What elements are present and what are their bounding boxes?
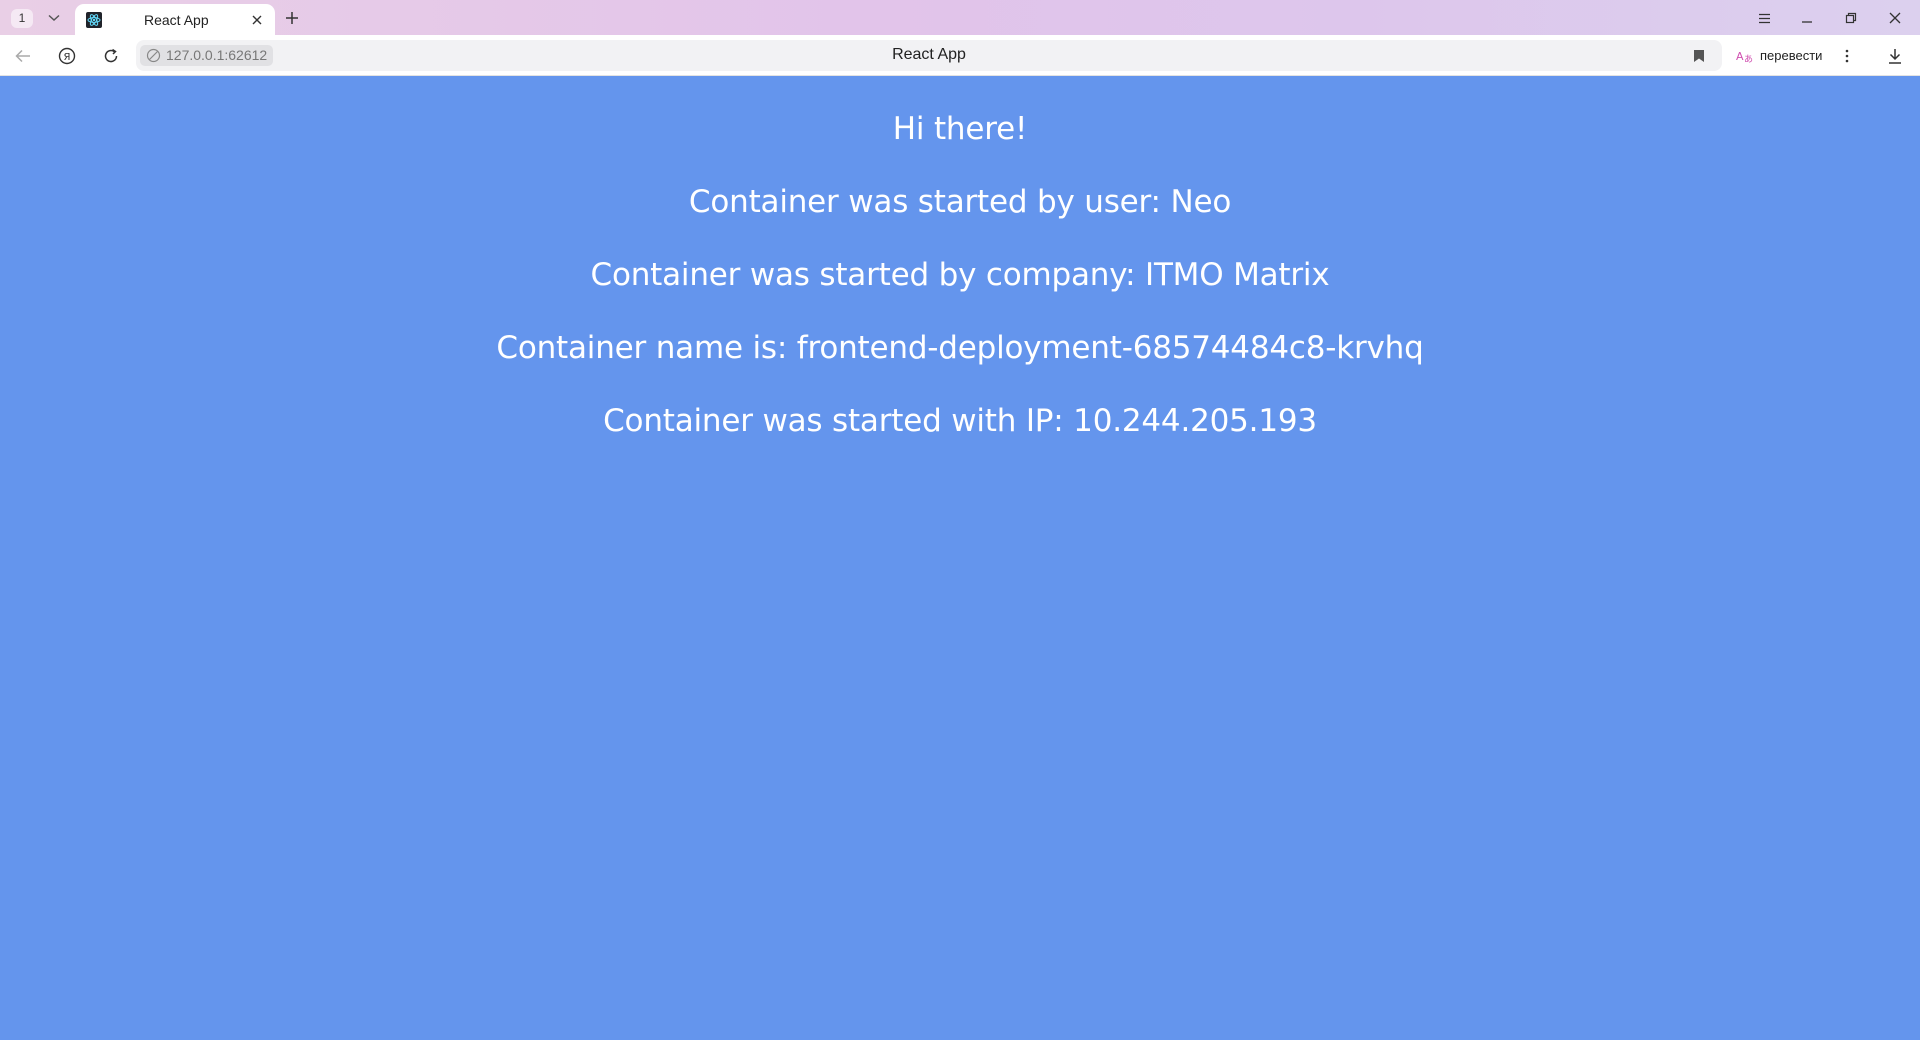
user-info-text: Container was started by user: Neo bbox=[688, 184, 1232, 220]
minimize-button[interactable] bbox=[1792, 6, 1822, 30]
browser-menu-button[interactable] bbox=[1749, 6, 1779, 30]
tab-title: React App bbox=[144, 12, 209, 28]
page-content: Hi there! Container was started by user:… bbox=[0, 76, 1920, 1040]
bookmark-button[interactable] bbox=[1687, 44, 1711, 68]
address-page-title: React App bbox=[892, 46, 966, 63]
tab-strip: 1 React App bbox=[0, 0, 1920, 35]
greeting-heading: Hi there! bbox=[892, 111, 1028, 147]
yandex-icon: Я bbox=[58, 47, 76, 65]
tab-count-badge[interactable]: 1 bbox=[11, 9, 33, 28]
chevron-down-icon bbox=[48, 14, 60, 22]
translate-icon: A あ bbox=[1736, 50, 1753, 64]
back-button[interactable] bbox=[10, 44, 36, 68]
yandex-button[interactable]: Я bbox=[54, 44, 80, 68]
address-bar[interactable]: 127.0.0.1:62612 React App bbox=[136, 40, 1722, 71]
tab-react-app[interactable]: React App bbox=[75, 4, 275, 35]
tab-list-button[interactable] bbox=[43, 8, 65, 28]
container-ip-text: Container was started with IP: 10.244.20… bbox=[603, 403, 1317, 439]
close-icon bbox=[1889, 12, 1901, 24]
bookmark-icon bbox=[1694, 50, 1704, 62]
restore-icon bbox=[1845, 12, 1857, 24]
close-window-button[interactable] bbox=[1880, 6, 1910, 30]
company-info-text: Container was started by company: ITMO M… bbox=[590, 257, 1330, 293]
plus-icon bbox=[286, 12, 298, 24]
restore-button[interactable] bbox=[1836, 6, 1866, 30]
minimize-icon bbox=[1802, 21, 1812, 23]
reload-button[interactable] bbox=[98, 44, 124, 68]
downloads-button[interactable] bbox=[1882, 44, 1908, 68]
container-name-text: Container name is: frontend-deployment-6… bbox=[496, 330, 1424, 366]
tab-close-button[interactable] bbox=[248, 11, 266, 29]
svg-text:Я: Я bbox=[64, 52, 71, 63]
download-icon bbox=[1889, 49, 1901, 64]
svg-text:A: A bbox=[1736, 50, 1744, 63]
reload-icon bbox=[104, 48, 118, 63]
svg-text:あ: あ bbox=[1744, 54, 1753, 64]
new-tab-button[interactable] bbox=[281, 7, 303, 29]
browser-toolbar: Я 127.0.0.1:62612 React App A あ перевест bbox=[0, 35, 1920, 76]
arrow-left-icon bbox=[15, 49, 30, 63]
more-vertical-icon bbox=[1845, 49, 1849, 63]
hamburger-icon bbox=[1758, 13, 1770, 23]
translate-label: перевести bbox=[1760, 48, 1823, 63]
close-icon bbox=[252, 15, 262, 25]
react-icon bbox=[86, 12, 102, 28]
more-button[interactable] bbox=[1834, 44, 1860, 68]
